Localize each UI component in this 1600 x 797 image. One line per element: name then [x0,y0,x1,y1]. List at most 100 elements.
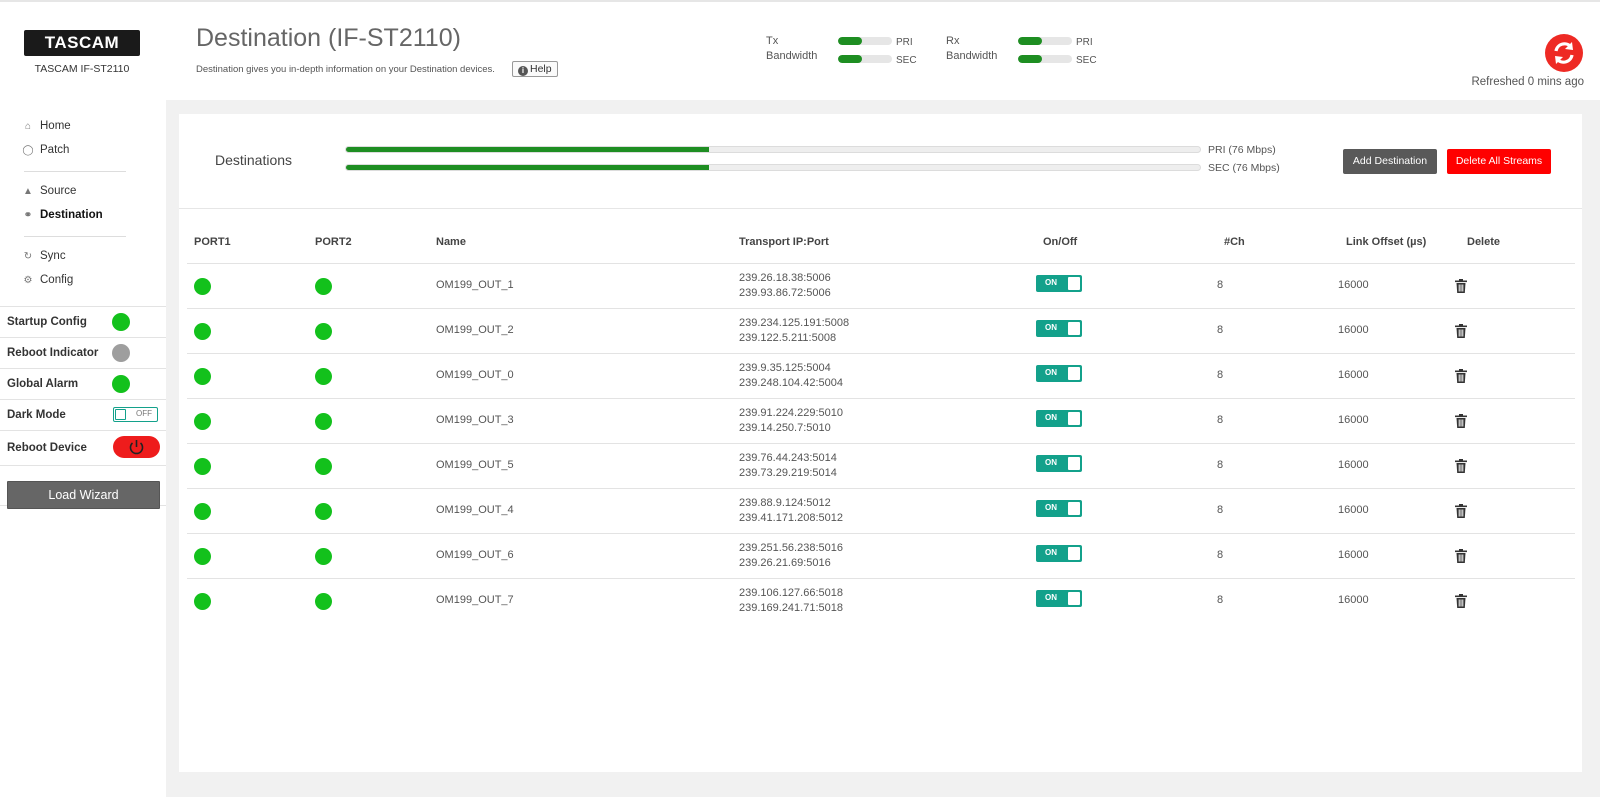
col-transport: Transport IP:Port [739,236,829,248]
rx-pri-fill [1018,37,1043,45]
trash-icon[interactable] [1455,414,1467,428]
dark-mode-row: Dark Mode OFF [0,399,166,430]
table-row: OM199_OUT_0 239.9.35.125:5004 239.248.104.… [187,353,1575,398]
transport-ip-primary: 239.106.127.66:5018 [739,587,843,599]
toggle-knob [1068,412,1080,425]
link-offset: 16000 [1338,459,1369,471]
channel-count: 8 [1217,324,1224,336]
port2-status-indicator [315,548,332,565]
transport-address: 239.91.224.229:5010 239.14.250.7:5010 [739,406,843,436]
transport-ip-secondary: 239.248.104.42:5004 [739,377,843,389]
add-destination-button[interactable]: Add Destination [1343,149,1437,174]
help-button[interactable]: i Help [512,61,558,77]
port1-status-indicator [194,458,211,475]
nav-home[interactable]: ⌂ Home [22,120,71,132]
transport-ip-primary: 239.9.35.125:5004 [739,362,831,374]
transport-ip-primary: 239.91.224.229:5010 [739,407,843,419]
page-title: Destination (IF-ST2110) [196,24,461,52]
channel-count: 8 [1217,504,1224,516]
startup-config-row: Startup Config [0,306,166,337]
link-offset: 16000 [1338,504,1369,516]
col-channels: #Ch [1224,236,1245,248]
stream-on-off-toggle[interactable]: ON [1036,410,1082,427]
toggle-state: ON [1045,323,1057,332]
trash-icon[interactable] [1455,279,1467,293]
app-header: TASCAM TASCAM IF-ST2110 Destination (IF-… [0,0,1600,100]
table-row: OM199_OUT_5 239.76.44.243:5014 239.73.29.2… [187,443,1575,488]
table-row: OM199_OUT_1 239.26.18.38:5006 239.93.86.72… [187,263,1575,308]
nav-label: Home [40,120,71,132]
reboot-device-button[interactable] [113,436,160,458]
transport-ip-secondary: 239.73.29.219:5014 [739,467,837,479]
dark-mode-label: Dark Mode [7,409,66,421]
toggle-state: ON [1045,368,1057,377]
trash-icon[interactable] [1455,504,1467,518]
stream-name: OM199_OUT_2 [436,324,514,336]
transport-address: 239.234.125.191:5008 239.122.5.211:5008 [739,316,849,346]
trash-icon[interactable] [1455,324,1467,338]
tx-pri-bar [838,37,892,45]
power-icon [129,440,144,455]
speaker-icon: ▲ [23,186,33,197]
toggle-state: ON [1045,278,1057,287]
transport-address: 239.26.18.38:5006 239.93.86.72:5006 [739,271,831,301]
transport-ip-secondary: 239.122.5.211:5008 [739,332,837,344]
load-wizard-button[interactable]: Load Wizard [7,481,160,509]
stream-on-off-toggle[interactable]: ON [1036,365,1082,382]
stream-on-off-toggle[interactable]: ON [1036,275,1082,292]
tx-pri-tag: PRI [896,37,913,48]
link-offset: 16000 [1338,594,1369,606]
stream-on-off-toggle[interactable]: ON [1036,590,1082,607]
toggle-state: ON [1045,503,1057,512]
port2-status-indicator [315,323,332,340]
brand: TASCAM TASCAM IF-ST2110 [24,30,140,75]
col-delete: Delete [1467,236,1501,248]
trash-icon[interactable] [1455,549,1467,563]
stream-on-off-toggle[interactable]: ON [1036,320,1082,337]
transport-ip-primary: 239.26.18.38:5006 [739,272,831,284]
stream-name: OM199_OUT_5 [436,459,514,471]
global-alarm-indicator [112,375,130,393]
nav-source[interactable]: ▲ Source [22,185,76,197]
table-row: OM199_OUT_2 239.234.125.191:5008 239.122.5… [187,308,1575,353]
global-alarm-row: Global Alarm [0,368,166,399]
transport-address: 239.9.35.125:5004 239.248.104.42:5004 [739,361,843,391]
trash-icon[interactable] [1455,369,1467,383]
dark-mode-toggle[interactable]: OFF [113,407,158,422]
stream-on-off-toggle[interactable]: ON [1036,545,1082,562]
delete-all-streams-button[interactable]: Delete All Streams [1447,149,1551,174]
port2-status-indicator [315,368,332,385]
tx-sec-bar [838,55,892,63]
stream-on-off-toggle[interactable]: ON [1036,500,1082,517]
port2-status-indicator [315,278,332,295]
device-name: TASCAM IF-ST2110 [34,63,130,75]
dark-mode-state: OFF [136,409,152,418]
sidebar: ⌂ Home ◯ Patch ▲ Source ⚭ Destination ↻ Sync … [0,100,166,797]
stream-on-off-toggle[interactable]: ON [1036,455,1082,472]
toggle-state: ON [1045,548,1057,557]
nav-sync[interactable]: ↻ Sync [22,250,66,262]
toggle-knob [1068,457,1080,470]
nav-patch[interactable]: ◯ Patch [22,144,69,156]
trash-icon[interactable] [1455,459,1467,473]
patch-icon: ◯ [22,145,34,156]
channel-count: 8 [1217,279,1224,291]
toggle-state: ON [1045,413,1057,422]
nav-label: Sync [40,250,66,262]
transport-ip-primary: 239.234.125.191:5008 [739,317,850,329]
transport-ip-secondary: 239.14.250.7:5010 [739,422,831,434]
sec-bandwidth-label: SEC (76 Mbps) [1208,162,1280,174]
rx-sec-fill [1018,55,1043,63]
refresh-icon [1554,42,1574,64]
toggle-knob [115,409,126,420]
gears-icon: ⚙ [23,275,33,286]
refresh-button[interactable] [1545,34,1583,72]
trash-icon[interactable] [1455,594,1467,608]
col-port2: PORT2 [315,236,352,248]
nav-destination[interactable]: ⚭ Destination [22,209,103,221]
startup-config-indicator [112,313,130,331]
stream-name: OM199_OUT_3 [436,414,514,426]
nav-config[interactable]: ⚙ Config [22,274,74,286]
stream-name: OM199_OUT_6 [436,549,514,561]
help-label: Help [530,63,552,75]
